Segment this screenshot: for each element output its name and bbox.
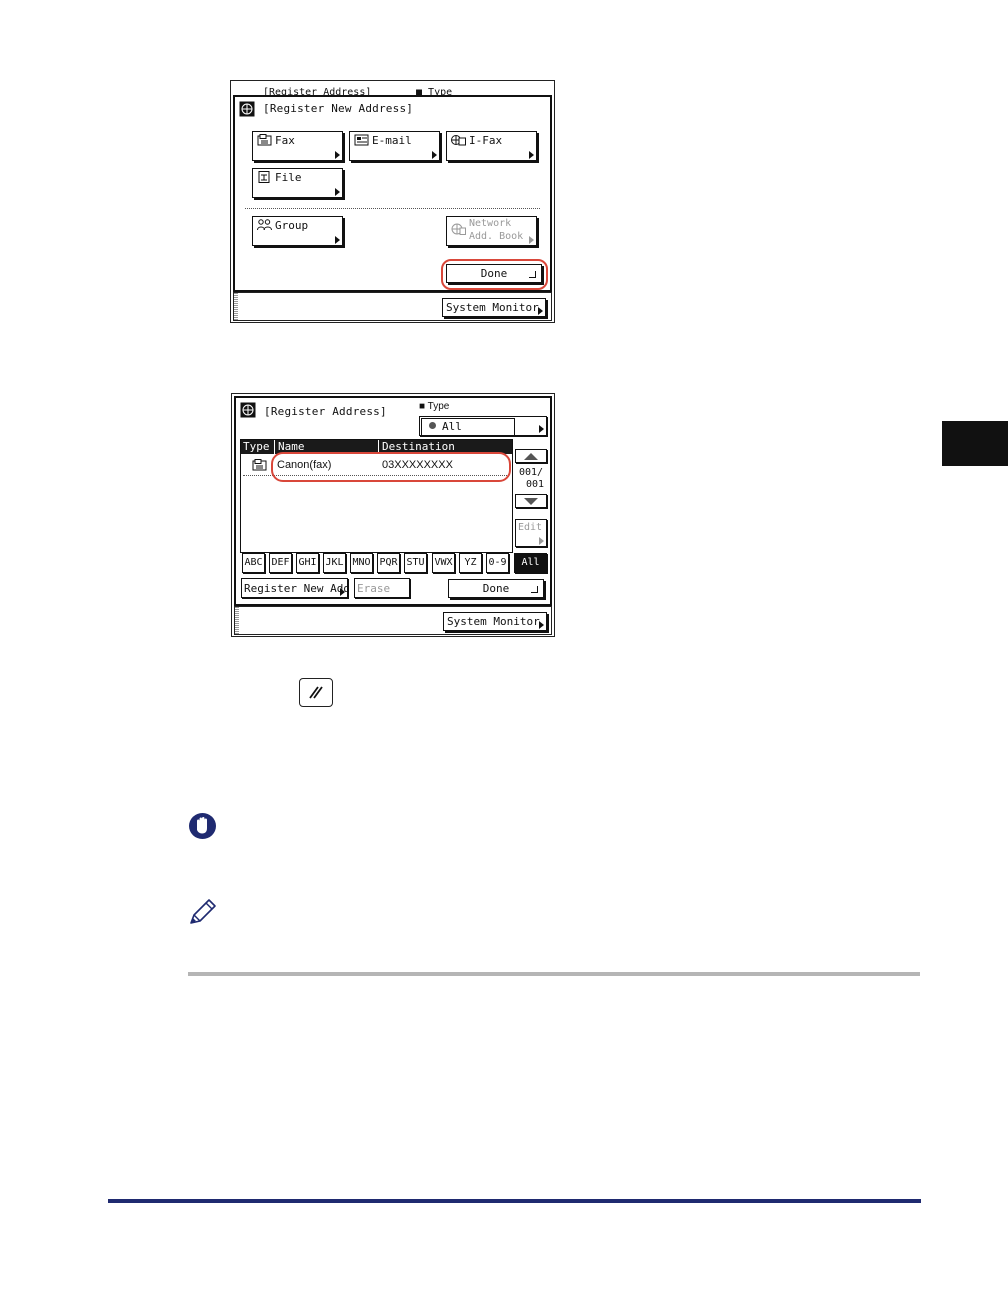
ifax-icon — [451, 135, 466, 146]
reset-slash-icon — [309, 686, 323, 699]
behind-title: [Register Address] — [263, 87, 372, 95]
footer-rule — [108, 1199, 921, 1203]
type-label: ■ Type — [419, 401, 450, 412]
letter-key-abc[interactable]: ABC — [242, 553, 265, 573]
letter-key-all[interactable]: All — [514, 553, 547, 573]
arrow-icon — [340, 588, 345, 596]
arrow-icon — [335, 236, 340, 244]
dropdown-arrow-icon — [539, 425, 544, 433]
system-monitor-label: System Monitor — [446, 301, 539, 314]
up-icon — [524, 453, 538, 460]
register-new-label: Register New Add — [244, 582, 350, 595]
address-list: Type Name Destination Canon(fax) 03XXXXX… — [240, 439, 513, 553]
letter-key-jkl[interactable]: JKL — [323, 553, 346, 573]
letter-key-pqr[interactable]: PQR — [377, 553, 400, 573]
divider — [245, 208, 540, 209]
highlight-ring — [271, 452, 511, 482]
page-total: 001 — [526, 479, 545, 490]
done-label: Done — [482, 582, 510, 595]
page-title: [Register New Address] — [263, 102, 414, 115]
all-icon — [429, 422, 436, 429]
register-new-address-window: [Register New Address] Fax E-mail I-Fax … — [233, 95, 552, 292]
email-label: E-mail — [372, 134, 412, 147]
scroll-up-button[interactable] — [515, 449, 547, 463]
file-button[interactable]: File — [252, 168, 343, 198]
arrow-icon — [539, 621, 544, 629]
pencil-icon — [190, 899, 216, 924]
fax-icon — [257, 134, 272, 146]
type-dropdown[interactable]: All — [419, 416, 547, 436]
arrow-icon — [335, 151, 340, 159]
group-icon — [257, 219, 272, 231]
arrow-icon — [529, 236, 534, 244]
network-icon — [451, 223, 466, 235]
reset-key-icon — [299, 678, 333, 707]
system-monitor-button[interactable]: System Monitor — [442, 298, 546, 317]
system-monitor-button[interactable]: System Monitor — [443, 612, 547, 631]
ifax-label: I-Fax — [469, 134, 503, 147]
email-icon — [354, 134, 369, 146]
letter-key-def[interactable]: DEF — [269, 553, 292, 573]
type-value: All — [442, 420, 462, 433]
screen1-behind-header: [Register Address] ■ Type — [231, 81, 554, 95]
enter-icon — [531, 586, 538, 593]
arrow-icon — [335, 188, 340, 196]
erase-button[interactable]: Erase — [354, 578, 410, 598]
done-button[interactable]: Done — [448, 579, 544, 598]
group-button[interactable]: Group — [252, 216, 343, 246]
address-book-icon — [240, 402, 256, 418]
network-label-line2: Add. Book — [469, 231, 524, 242]
letter-key-0-9[interactable]: 0-9 — [486, 553, 509, 573]
network-label-line1: Network — [469, 218, 512, 229]
fax-icon — [252, 459, 267, 471]
letter-key-yz[interactable]: YZ — [459, 553, 482, 573]
behind-type: ■ Type — [416, 87, 453, 95]
register-new-address-button[interactable]: Register New Add — [241, 578, 350, 598]
system-monitor-label: System Monitor — [447, 615, 540, 628]
page-current: 001/ — [519, 467, 544, 478]
system-bar: System Monitor — [234, 606, 552, 635]
fax-label: Fax — [275, 134, 295, 147]
letter-key-vwx[interactable]: VWX — [432, 553, 455, 573]
arrow-icon — [529, 151, 534, 159]
page-title: [Register Address] — [264, 405, 387, 418]
email-button[interactable]: E-mail — [349, 131, 440, 161]
address-book-icon — [239, 101, 255, 117]
section-divider — [188, 972, 920, 976]
file-label: File — [275, 171, 302, 184]
ifax-button[interactable]: I-Fax — [446, 131, 537, 161]
stop-hand-icon — [189, 813, 216, 839]
system-bar: System Monitor — [233, 292, 552, 321]
down-icon — [524, 498, 538, 505]
screen1-panel: [Register Address] ■ Type [Register New … — [230, 80, 555, 323]
register-address-window: [Register Address] ■ Type All Type Name … — [234, 396, 552, 606]
arrow-icon — [432, 151, 437, 159]
network-address-book-button[interactable]: Network Add. Book — [446, 216, 537, 246]
fax-button[interactable]: Fax — [252, 131, 343, 161]
edit-label: Edit — [518, 522, 543, 533]
letter-key-mno[interactable]: MNO — [350, 553, 373, 573]
col-type: Type — [243, 440, 270, 453]
screen2-panel: [Register Address] ■ Type All Type Name … — [231, 393, 555, 637]
scroll-down-button[interactable] — [515, 494, 547, 508]
arrow-icon — [539, 537, 544, 545]
arrow-icon — [538, 307, 543, 315]
erase-label: Erase — [357, 582, 391, 595]
letter-key-stu[interactable]: STU — [404, 553, 427, 573]
group-label: Group — [275, 219, 309, 232]
letter-key-ghi[interactable]: GHI — [296, 553, 319, 573]
edit-button[interactable]: Edit — [515, 519, 547, 547]
chapter-tab — [942, 421, 1008, 466]
highlight-ring — [441, 259, 548, 290]
file-icon — [258, 171, 270, 183]
